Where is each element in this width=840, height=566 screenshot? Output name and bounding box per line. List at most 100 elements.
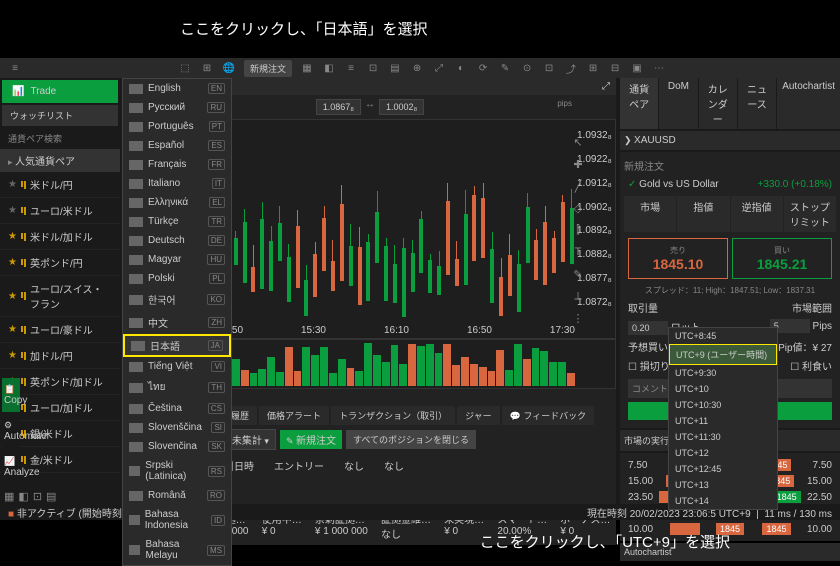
right-tab[interactable]: カレンダー <box>699 78 737 129</box>
analyze-button[interactable]: 📈 Analyze <box>2 450 20 484</box>
order-tab[interactable]: 逆指値 <box>731 196 783 232</box>
pair-row[interactable]: ★米ドル/円 <box>0 172 120 198</box>
new-order-button[interactable]: 新規注文 <box>244 60 292 77</box>
symbol-select[interactable]: ❯ XAUUSD <box>620 131 840 150</box>
tool-icon[interactable]: ⊞ <box>586 61 600 75</box>
pair-row[interactable]: ★ユーロ/スイス・フラン <box>0 276 120 317</box>
tool-icon[interactable]: ⤢ <box>432 61 446 75</box>
buy-button[interactable]: 買い1845.21 <box>732 238 832 279</box>
more-tool[interactable]: ⋮ <box>570 312 586 328</box>
right-tab[interactable]: 通貨ペア <box>620 78 658 129</box>
language-item[interactable]: RomânăRO <box>123 486 231 505</box>
tool-icon[interactable]: ✎ <box>498 61 512 75</box>
language-item[interactable]: Tiếng ViệtVI <box>123 357 231 376</box>
language-item[interactable]: MagyarHU <box>123 250 231 269</box>
tool-icon[interactable]: ⊡ <box>366 61 380 75</box>
timezone-item[interactable]: UTC+10 <box>669 381 777 397</box>
language-item[interactable]: TürkçeTR <box>123 212 231 231</box>
expand-icon[interactable]: ⤢ <box>602 81 610 92</box>
order-tab[interactable]: 指値 <box>677 196 729 232</box>
text-tool[interactable]: T <box>570 246 586 262</box>
timezone-button[interactable]: UTC+9 <box>719 509 751 520</box>
tool-icon[interactable]: ◧ <box>322 61 336 75</box>
language-item[interactable]: EspañolES <box>123 136 231 155</box>
timezone-item[interactable]: UTC+8:45 <box>669 328 777 344</box>
bottom-tab[interactable]: 価格アラート <box>259 406 329 425</box>
tool-icon[interactable]: ⊙ <box>520 61 534 75</box>
language-item[interactable]: ČeštinaCS <box>123 399 231 418</box>
language-item[interactable]: 日本語JA <box>123 334 231 357</box>
qty-input[interactable]: 0.20 <box>628 321 668 335</box>
close-all-button[interactable]: すべてのポジションを閉じる <box>346 430 476 449</box>
pair-row[interactable]: ★英ポンド/円 <box>0 250 120 276</box>
right-tab[interactable]: DoM <box>659 78 697 129</box>
language-item[interactable]: PortuguêsPT <box>123 117 231 136</box>
menu-icon[interactable]: ≡ <box>8 61 22 75</box>
bottom-tab[interactable]: ジャー <box>457 406 500 425</box>
trade-button[interactable]: 📊Trade <box>2 80 118 103</box>
language-item[interactable]: PolskiPL <box>123 269 231 288</box>
order-tab[interactable]: ストップリミット <box>784 196 836 232</box>
line-tool[interactable]: ╱ <box>570 180 586 196</box>
tool-icon[interactable]: ▦ <box>300 61 314 75</box>
timezone-item[interactable]: UTC+11:30 <box>669 429 777 445</box>
copy-button[interactable]: 📋 Copy <box>2 378 20 412</box>
language-item[interactable]: ΕλληνικάEL <box>123 193 231 212</box>
pair-row[interactable]: ★ユーロ/豪ドル <box>0 317 120 343</box>
pair-row[interactable]: ★米ドル/加ドル <box>0 224 120 250</box>
tool-icon[interactable]: ▣ <box>630 61 644 75</box>
tool-icon[interactable]: ⟳ <box>476 61 490 75</box>
tool-icon[interactable]: ⤴ <box>564 61 578 75</box>
agg-select[interactable]: 未集計 ▾ <box>225 429 276 450</box>
tool-icon[interactable]: ⊟ <box>608 61 622 75</box>
timezone-item[interactable]: UTC+11 <box>669 413 777 429</box>
timezone-item[interactable]: UTC+10:30 <box>669 397 777 413</box>
language-item[interactable]: 中文ZH <box>123 311 231 334</box>
language-item[interactable]: FrançaisFR <box>123 155 231 174</box>
tool-icon[interactable]: ⋯ <box>652 61 666 75</box>
timezone-item[interactable]: UTC+9:30 <box>669 365 777 381</box>
cursor-tool[interactable]: ↖ <box>570 136 586 152</box>
timezone-item[interactable]: UTC+13 <box>669 477 777 493</box>
new-order-button[interactable]: ✎ 新規注文 <box>280 430 342 449</box>
tool-icon[interactable]: ≡ <box>344 61 358 75</box>
language-item[interactable]: ItalianoIT <box>123 174 231 193</box>
fib-tool[interactable]: ⫿ <box>570 224 586 240</box>
order-tab[interactable]: 市場 <box>624 196 676 232</box>
language-icon[interactable]: 🌐 <box>222 61 236 75</box>
language-item[interactable]: РусскийRU <box>123 98 231 117</box>
language-item[interactable]: Srpski (Latinica)RS <box>123 456 231 486</box>
cursor-icon[interactable]: ⬚ <box>178 61 192 75</box>
draw-tool[interactable]: ✎ <box>570 268 586 284</box>
sell-button[interactable]: 売り1845.10 <box>628 238 728 279</box>
right-tab[interactable]: Autochartist <box>777 78 840 129</box>
language-item[interactable]: ไทยTH <box>123 376 231 399</box>
tool-icon[interactable]: ⊕ <box>410 61 424 75</box>
language-item[interactable]: 한국어KO <box>123 288 231 311</box>
timezone-item[interactable]: UTC+12:45 <box>669 461 777 477</box>
timezone-item[interactable]: UTC+9 (ユーザー時間) <box>669 344 777 365</box>
language-item[interactable]: EnglishEN <box>123 79 231 98</box>
tool-icon[interactable]: ◐ <box>454 61 468 75</box>
language-item[interactable]: DeutschDE <box>123 231 231 250</box>
timezone-item[interactable]: UTC+14 <box>669 493 777 509</box>
watchlist-header[interactable]: ウォッチリスト <box>2 105 118 126</box>
pair-row[interactable]: ★ユーロ/米ドル <box>0 198 120 224</box>
language-item[interactable]: Bahasa MelayuMS <box>123 535 231 565</box>
language-item[interactable]: SlovenščinaSI <box>123 418 231 437</box>
measure-tool[interactable]: ⟂ <box>570 290 586 306</box>
language-item[interactable]: Bahasa IndonesiaID <box>123 505 231 535</box>
tool-icon[interactable]: ⊡ <box>542 61 556 75</box>
automate-button[interactable]: ⚙ Automate <box>2 414 20 448</box>
tool-icon[interactable]: ▤ <box>388 61 402 75</box>
cross-tool[interactable]: ✚ <box>570 158 586 174</box>
right-tab[interactable]: ニュース <box>738 78 776 129</box>
language-item[interactable]: SlovenčinaSK <box>123 437 231 456</box>
layout-icon[interactable]: ⊞ <box>200 61 214 75</box>
shape-tool[interactable]: ◇ <box>570 202 586 218</box>
search-input[interactable]: 通貨ペア検索 <box>0 128 120 149</box>
bottom-tab[interactable]: トランザクション（取引） <box>331 406 455 425</box>
pair-row[interactable]: ★加ドル/円 <box>0 343 120 369</box>
timezone-item[interactable]: UTC+12 <box>669 445 777 461</box>
bottom-tab[interactable]: 💬 フィードバック <box>502 406 595 425</box>
